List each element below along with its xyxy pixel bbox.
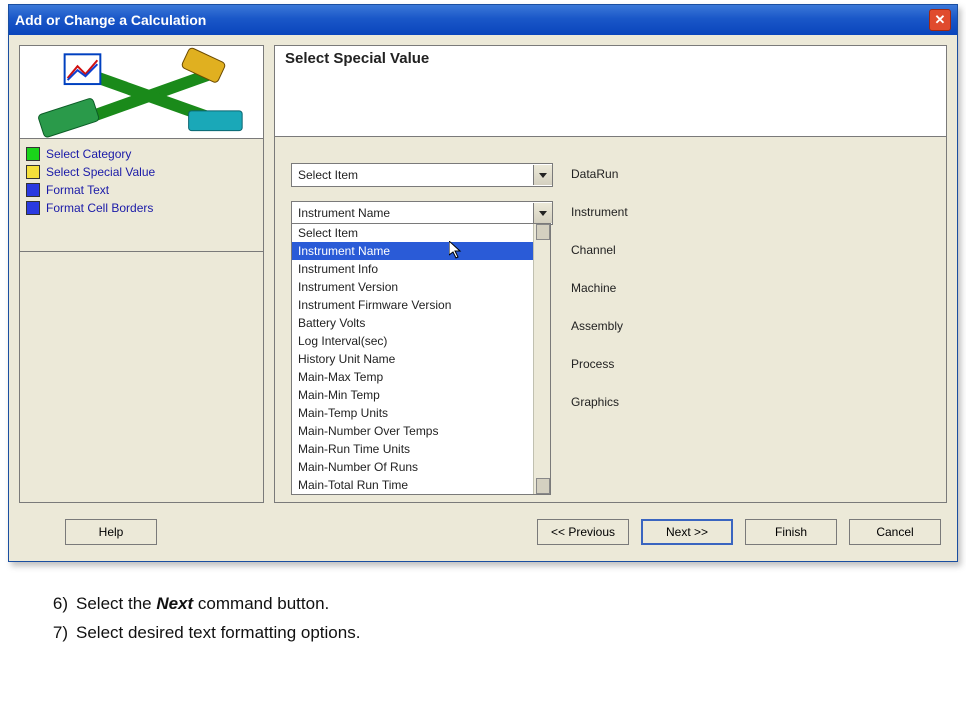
dropdown-option[interactable]: Battery Volts [292, 314, 550, 332]
window-title: Add or Change a Calculation [15, 12, 206, 28]
wizard-steps: Select Category Select Special Value Forma… [19, 139, 264, 252]
step-label: Format Text [46, 183, 109, 197]
page-heading: Select Special Value [285, 50, 429, 67]
dropdown-option[interactable]: History Unit Name [292, 350, 550, 368]
dropdown-option[interactable]: Main-Total Run Time [292, 476, 550, 494]
category-label: Machine [571, 281, 628, 295]
dropdown-option[interactable]: Instrument Info [292, 260, 550, 278]
category-label: Channel [571, 243, 628, 257]
dropdown-option[interactable]: Main-Temp Units [292, 404, 550, 422]
dropdown-option[interactable]: Main-Run Time Units [292, 440, 550, 458]
step-label: Select Special Value [46, 165, 155, 179]
instrument-combo-text: Instrument Name [292, 206, 396, 220]
wizard-graphic [19, 45, 264, 139]
dropdown-option[interactable]: Main-Number Over Temps [292, 422, 550, 440]
instruction-number: 6) [42, 590, 68, 619]
step-marker-icon [26, 147, 40, 161]
category-label: Process [571, 357, 628, 371]
step-label: Format Cell Borders [46, 201, 153, 215]
instruction-item: 6) Select the Next command button. [42, 590, 966, 619]
category-label: Assembly [571, 319, 628, 333]
next-button[interactable]: Next >> [641, 519, 733, 545]
dropdown-option[interactable]: Main-Max Temp [292, 368, 550, 386]
right-column: Select Special Value Select Item Instrum… [274, 45, 947, 503]
wizard-step[interactable]: Select Special Value [26, 163, 257, 181]
dropdown-option[interactable]: Instrument Firmware Version [292, 296, 550, 314]
close-icon: ✕ [935, 12, 946, 28]
cancel-button[interactable]: Cancel [849, 519, 941, 545]
dialog-window: Add or Change a Calculation ✕ [8, 4, 958, 562]
step-marker-icon [26, 201, 40, 215]
step-marker-icon [26, 183, 40, 197]
close-button[interactable]: ✕ [929, 9, 951, 31]
instruction-item: 7) Select desired text formatting options… [42, 619, 966, 648]
wizard-step[interactable]: Format Cell Borders [26, 199, 257, 217]
form-area: Select Item Instrument Name [274, 137, 947, 503]
category-labels: DataRun Instrument Channel Machine Assembly P… [571, 167, 628, 409]
previous-button[interactable]: << Previous [537, 519, 629, 545]
step-marker-icon [26, 165, 40, 179]
page-heading-band: Select Special Value [274, 45, 947, 137]
wizard-step[interactable]: Select Category [26, 145, 257, 163]
titlebar: Add or Change a Calculation ✕ [9, 5, 957, 35]
left-column: Select Category Select Special Value Forma… [19, 45, 264, 503]
dropdown-option[interactable]: Main-Number Of Runs [292, 458, 550, 476]
client-area: Select Category Select Special Value Forma… [9, 35, 957, 561]
dropdown-option[interactable]: Main-Min Temp [292, 386, 550, 404]
instrument-dropdown-list[interactable]: Select ItemInstrument NameInstrument Inf… [291, 223, 551, 495]
chevron-down-icon [533, 203, 552, 223]
help-button[interactable]: Help [65, 519, 157, 545]
left-filler [19, 252, 264, 503]
category-label: DataRun [571, 167, 628, 181]
instruction-text: Select the Next command button. [76, 590, 329, 619]
wizard-step[interactable]: Format Text [26, 181, 257, 199]
category-label: Instrument [571, 205, 628, 219]
dropdown-option[interactable]: Select Item [292, 224, 550, 242]
select-item-combo[interactable]: Select Item [291, 163, 553, 187]
button-row: Help << Previous Next >> Finish Cancel [19, 515, 947, 549]
finish-button[interactable]: Finish [745, 519, 837, 545]
dropdown-option[interactable]: Instrument Version [292, 278, 550, 296]
wizard-graphic-svg [20, 46, 263, 138]
instrument-combo[interactable]: Instrument Name [291, 201, 553, 225]
dropdown-option[interactable]: Instrument Name [292, 242, 550, 260]
scrollbar[interactable] [533, 224, 550, 494]
category-label: Graphics [571, 395, 628, 409]
chevron-down-icon [533, 165, 552, 185]
instruction-number: 7) [42, 619, 68, 648]
select-item-combo-text: Select Item [292, 168, 364, 182]
instruction-list: 6) Select the Next command button. 7) Selec… [42, 590, 966, 648]
instruction-text: Select desired text formatting options. [76, 619, 360, 648]
step-label: Select Category [46, 147, 131, 161]
dropdown-option[interactable]: Log Interval(sec) [292, 332, 550, 350]
